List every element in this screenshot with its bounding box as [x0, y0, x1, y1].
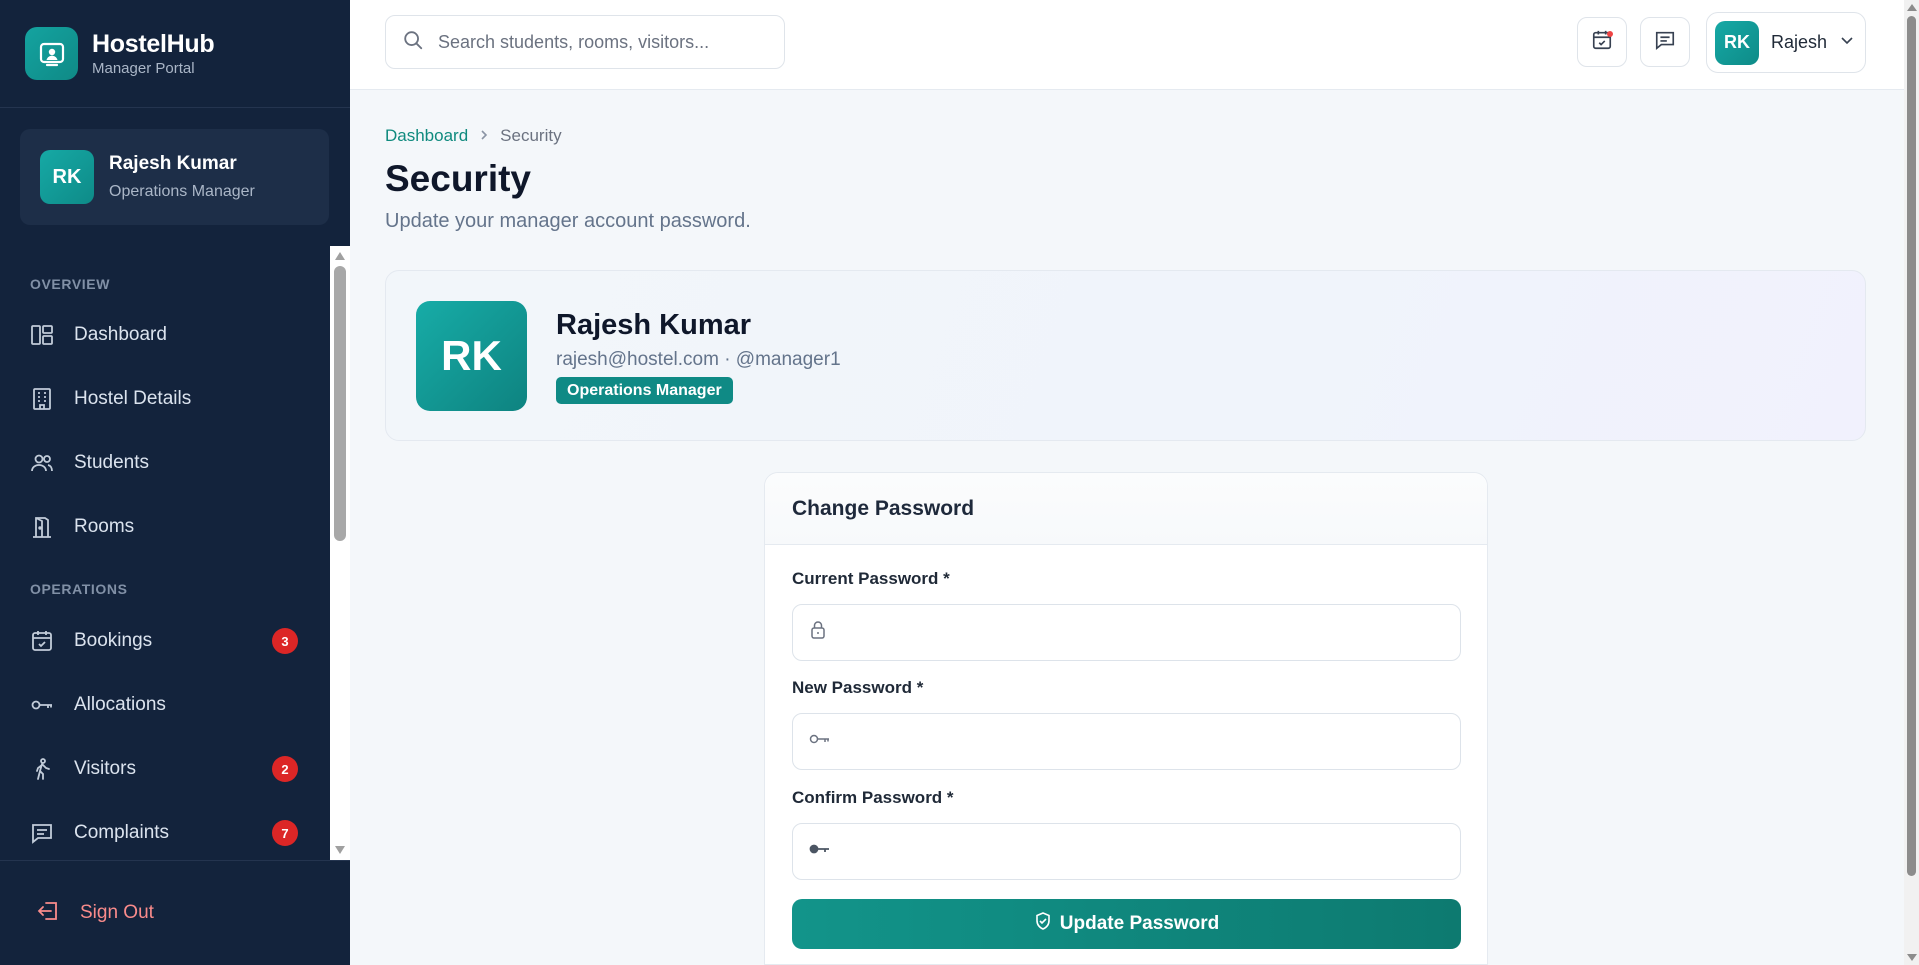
confirm-password-field[interactable] [792, 823, 1461, 880]
page-scrollbar[interactable] [1904, 0, 1919, 965]
scroll-up-icon[interactable] [335, 252, 345, 260]
sidebar-item-label: Visitors [74, 758, 136, 779]
role-badge: Operations Manager [556, 377, 733, 404]
current-password-field[interactable] [792, 604, 1461, 661]
sidebar-item-label: Complaints [74, 822, 170, 843]
walking-person-icon [30, 757, 54, 781]
sign-out-icon [36, 899, 60, 928]
profile-name: Rajesh Kumar [556, 309, 752, 341]
key-icon [809, 841, 831, 862]
message-icon [30, 821, 54, 845]
sidebar-user-card[interactable]: RK Rajesh Kumar Operations Manager [20, 129, 329, 225]
door-icon [30, 515, 54, 539]
brand-subtitle: Manager Portal [92, 60, 195, 77]
sidebar-item-label: Allocations [74, 694, 166, 715]
breadcrumb-current: Security [500, 126, 562, 145]
chevron-down-icon [1839, 32, 1855, 53]
brand-name: HostelHub [92, 30, 215, 58]
hostel-logo-icon [25, 27, 78, 80]
lock-icon [809, 620, 827, 645]
dashboard-icon [30, 323, 54, 347]
scroll-up-icon[interactable] [1907, 4, 1917, 11]
search-icon [402, 29, 424, 56]
sidebar-item-label: Bookings [74, 630, 153, 651]
new-password-field[interactable] [792, 713, 1461, 770]
avatar: RK [416, 301, 527, 411]
sign-out-button[interactable]: Sign Out [0, 860, 350, 965]
sign-out-label: Sign Out [80, 902, 154, 923]
nav-section-overview: OVERVIEW [30, 276, 111, 292]
sidebar-item-label: Dashboard [74, 324, 167, 345]
sidebar-scroll-thumb[interactable] [334, 266, 346, 541]
sidebar: HostelHub Manager Portal RK Rajesh Kumar… [0, 0, 350, 965]
profile-name: Rajesh [1771, 32, 1828, 52]
sidebar-item-visitors[interactable]: Visitors 2 [0, 744, 330, 794]
sidebar-item-label: Rooms [74, 516, 135, 537]
breadcrumb: Dashboard Security [385, 126, 562, 146]
change-password-title: Change Password [792, 496, 975, 520]
page-scroll-thumb[interactable] [1907, 16, 1916, 876]
sidebar-scrollbar[interactable] [330, 246, 350, 860]
users-icon [30, 451, 54, 475]
current-password-label: Current Password * [792, 569, 950, 588]
breadcrumb-dashboard-link[interactable]: Dashboard [385, 126, 468, 146]
page-title: Security [385, 158, 532, 199]
visitors-count-badge: 2 [272, 756, 298, 782]
user-role: Operations Manager [109, 183, 255, 200]
confirm-password-label: Confirm Password * [792, 788, 954, 807]
sidebar-item-bookings[interactable]: Bookings 3 [0, 616, 330, 666]
sidebar-item-students[interactable]: Students [0, 438, 330, 488]
update-password-button[interactable]: Update Password [792, 899, 1461, 949]
update-password-label: Update Password [1059, 913, 1220, 934]
sidebar-item-label: Students [74, 452, 149, 473]
messages-button[interactable] [1640, 17, 1690, 67]
nav-section-operations: OPERATIONS [30, 581, 128, 597]
profile-email-username: rajesh@hostel.com · @manager1 [556, 349, 841, 370]
bookings-count-badge: 3 [272, 628, 298, 654]
complaints-count-badge: 7 [272, 820, 298, 846]
search-placeholder: Search students, rooms, visitors... [438, 31, 710, 52]
key-icon [809, 731, 831, 752]
scroll-down-icon[interactable] [1907, 954, 1917, 961]
notification-dot [1607, 31, 1613, 37]
page-subtitle: Update your manager account password. [385, 210, 751, 232]
key-icon [30, 693, 54, 717]
avatar: RK [40, 150, 94, 204]
calendar-check-icon [30, 629, 54, 653]
sidebar-item-label: Hostel Details [74, 388, 192, 409]
new-password-label: New Password * [792, 678, 924, 697]
profile-card: RK Rajesh Kumar rajesh@hostel.com · @man… [385, 270, 1866, 441]
avatar: RK [1715, 20, 1759, 65]
scroll-down-icon[interactable] [335, 846, 345, 854]
chevron-right-icon [478, 126, 490, 146]
message-icon [1654, 29, 1676, 56]
sidebar-item-hostel-details[interactable]: Hostel Details [0, 374, 330, 424]
sidebar-item-rooms[interactable]: Rooms [0, 502, 330, 552]
sidebar-nav: OVERVIEW Dashboard Hostel Details Studen… [0, 246, 350, 860]
profile-menu-button[interactable]: RK Rajesh [1706, 12, 1866, 73]
topbar: Search students, rooms, visitors... RK R… [350, 0, 1904, 90]
sidebar-item-dashboard[interactable]: Dashboard [0, 310, 330, 360]
brand[interactable]: HostelHub Manager Portal [0, 0, 350, 108]
calendar-button[interactable] [1577, 17, 1627, 67]
shield-check-icon [1034, 911, 1052, 937]
sidebar-item-allocations[interactable]: Allocations [0, 680, 330, 730]
search-input[interactable]: Search students, rooms, visitors... [385, 15, 785, 69]
sidebar-item-complaints[interactable]: Complaints 7 [0, 808, 330, 858]
change-password-card: Change Password Current Password * New P… [764, 472, 1488, 965]
user-name: Rajesh Kumar [109, 153, 237, 174]
building-icon [30, 387, 54, 411]
